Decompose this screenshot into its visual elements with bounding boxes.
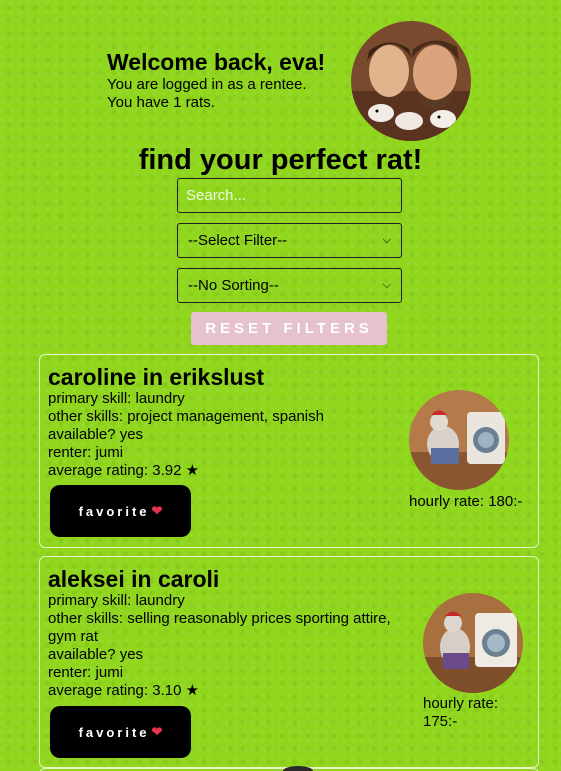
heart-icon: ❤: [151, 503, 163, 518]
average-rating: average rating: 3.10 ★: [48, 682, 200, 699]
other-skills: other skills: project management, spanis…: [48, 408, 324, 425]
renter: renter: jumi: [48, 444, 124, 461]
page-title: find your perfect rat!: [138, 144, 423, 176]
welcome-block: Welcome back, eva! You are logged in as …: [107, 48, 347, 112]
sort-select-value: --No Sorting--: [188, 277, 279, 294]
reset-filters-button[interactable]: RESET FILTERS: [191, 312, 387, 345]
rat-card-title: aleksei in caroli: [48, 566, 220, 592]
filter-select-value: --Select Filter--: [188, 232, 288, 249]
rat-photo: [283, 766, 313, 771]
chevron-down-icon: ⌵: [382, 279, 391, 291]
rat-photo: [423, 593, 523, 693]
rat-card-info: primary skill: laundry other skills: pro…: [48, 390, 388, 480]
primary-skill: primary skill: laundry: [48, 592, 185, 609]
hourly-rate: hourly rate: 175:-: [423, 695, 499, 730]
favorite-label: favorite: [78, 503, 150, 519]
favorite-button[interactable]: favorite ❤: [50, 706, 191, 758]
renter: renter: jumi: [48, 664, 124, 681]
heart-icon: ❤: [151, 724, 163, 739]
rat-card: caroline in erikslust primary skill: lau…: [39, 354, 539, 548]
rat-card-title: caroline in erikslust: [48, 364, 265, 390]
search-input[interactable]: [177, 178, 402, 213]
hourly-rate: hourly rate: 180:-: [409, 493, 523, 510]
rat-card: aleksei in caroli primary skill: laundry…: [39, 556, 539, 768]
favorite-button[interactable]: favorite ❤: [50, 485, 191, 537]
sort-select[interactable]: --No Sorting-- ⌵: [177, 268, 402, 303]
rats-count: You have 1 rats.: [107, 94, 215, 111]
filter-select[interactable]: --Select Filter-- ⌵: [177, 223, 402, 258]
favorite-label: favorite: [78, 724, 150, 740]
chevron-down-icon: ⌵: [382, 234, 391, 246]
primary-skill: primary skill: laundry: [48, 390, 185, 407]
login-status: You are logged in as a rentee.: [107, 76, 307, 93]
availability: available? yes: [48, 426, 144, 443]
other-skills: other skills: selling reasonably prices …: [48, 610, 391, 645]
average-rating: average rating: 3.92 ★: [48, 462, 200, 479]
welcome-title: Welcome back, eva!: [107, 49, 326, 75]
rat-card-info: primary skill: laundry other skills: sel…: [48, 592, 418, 700]
rat-photo: [409, 390, 509, 490]
user-avatar: [351, 21, 471, 141]
availability: available? yes: [48, 646, 144, 663]
